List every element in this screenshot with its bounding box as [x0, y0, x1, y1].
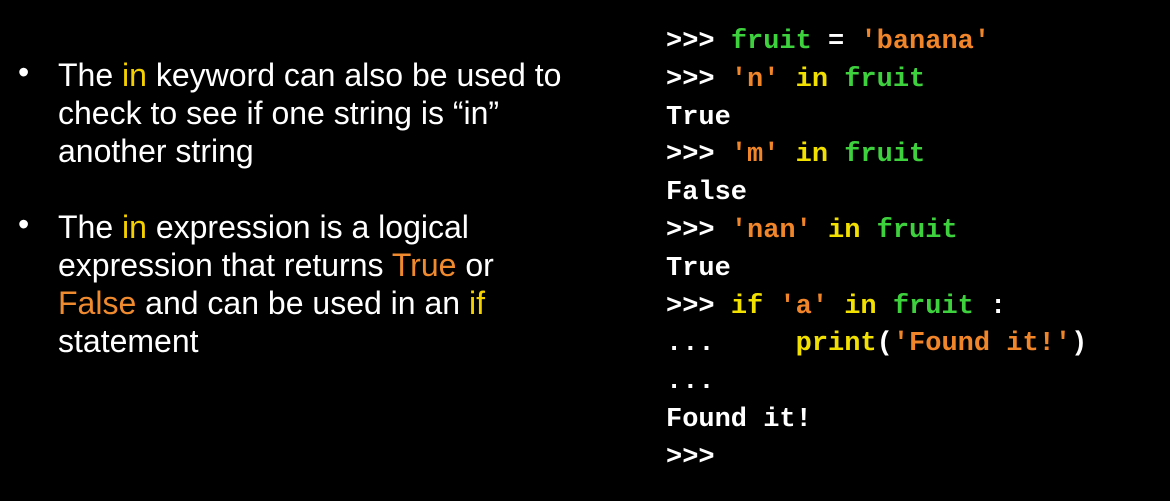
keyword-false: False — [58, 285, 137, 321]
code-token: >>> — [666, 442, 715, 473]
code-token: >>> — [666, 291, 731, 322]
keyword-if: if — [468, 285, 485, 321]
code-token: = — [811, 27, 861, 57]
text-run: and can be used in an — [136, 285, 469, 321]
code-token: fruit — [876, 215, 958, 246]
code-line: False — [666, 175, 1087, 213]
bullet-item: • The in keyword can also be used to che… — [18, 56, 578, 170]
code-token: 'a' — [779, 291, 829, 322]
code-token: in — [779, 140, 845, 171]
code-token: fruit — [730, 27, 812, 57]
keyword-in: in — [122, 57, 147, 93]
bullet-list: • The in keyword can also be used to che… — [18, 56, 578, 398]
keyword-in: in — [122, 209, 147, 245]
code-line: ... print('Found it!') — [666, 326, 1087, 364]
code-line: >>> fruit = 'banana' — [666, 24, 1087, 62]
code-block: >>> fruit = 'banana' >>> 'n' in fruit True… — [666, 24, 1087, 478]
code-token: >>> — [666, 64, 731, 95]
code-token: : — [973, 291, 1007, 322]
text-run: statement — [58, 323, 199, 359]
code-token: True — [666, 253, 731, 284]
code-line: True — [666, 100, 1087, 138]
code-token: False — [666, 178, 748, 209]
text-run: The — [58, 209, 123, 245]
code-token: if — [730, 291, 764, 322]
code-token: ... — [666, 367, 715, 398]
code-token: in — [811, 215, 877, 246]
bullet-dot-icon: • — [18, 54, 30, 90]
code-line: >>> — [666, 440, 1087, 478]
code-token: 'banana' — [860, 27, 991, 57]
code-line: >>> 'n' in fruit — [666, 62, 1087, 100]
code-token: True — [666, 102, 731, 133]
code-line: >>> 'm' in fruit — [666, 137, 1087, 175]
code-token: fruit — [844, 140, 926, 171]
code-token: print — [795, 329, 877, 360]
code-token: 'Found it!' — [892, 329, 1072, 360]
code-token: >>> — [666, 140, 731, 171]
text-run: The — [58, 57, 123, 93]
code-token: in — [828, 291, 893, 322]
slide: • The in keyword can also be used to che… — [0, 0, 1170, 501]
code-token: ( — [876, 329, 893, 360]
code-token: Found it! — [666, 404, 812, 435]
bullet-text: The in keyword can also be used to check… — [58, 57, 561, 169]
code-token: ... — [666, 329, 796, 360]
bullet-dot-icon: • — [18, 206, 30, 242]
code-token: 'nan' — [730, 215, 812, 246]
code-token: >>> — [666, 215, 731, 246]
code-line: ... — [666, 364, 1087, 402]
code-line: Found it! — [666, 402, 1087, 440]
code-token: 'm' — [730, 140, 780, 171]
bullet-item: • The in expression is a logical express… — [18, 208, 578, 360]
code-line: >>> if 'a' in fruit : — [666, 289, 1087, 327]
keyword-true: True — [391, 247, 457, 283]
bullet-text: The in expression is a logical expressio… — [58, 209, 494, 359]
code-line: True — [666, 251, 1087, 289]
code-line: >>> 'nan' in fruit — [666, 213, 1087, 251]
code-token: fruit — [892, 291, 974, 322]
code-token: fruit — [844, 64, 926, 95]
code-token: 'n' — [730, 64, 780, 95]
code-token: >>> — [666, 27, 731, 57]
code-token: ) — [1071, 329, 1088, 360]
code-token: in — [779, 64, 845, 95]
text-run: or — [456, 247, 494, 283]
